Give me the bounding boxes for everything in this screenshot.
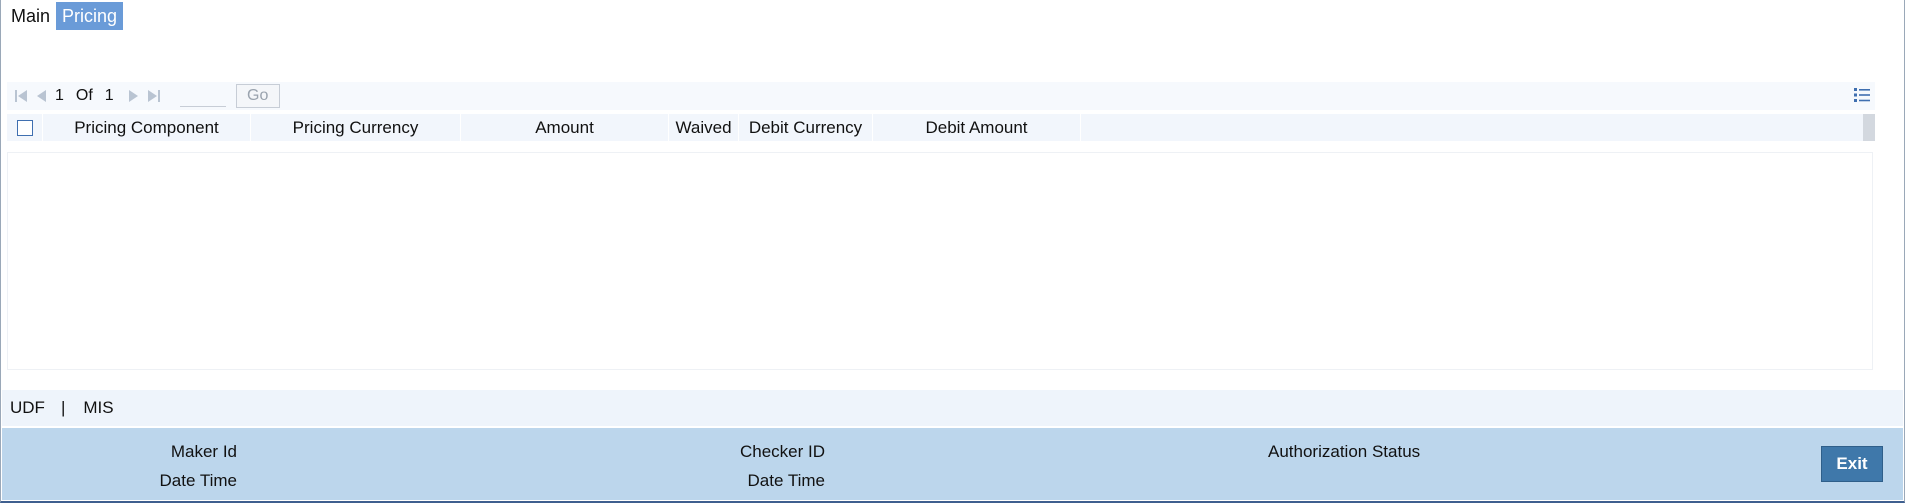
pricing-grid-panel: 1 Of 1 Go Pricing Component Pricing Curr…	[7, 82, 1875, 372]
tab-pricing[interactable]: Pricing	[56, 2, 124, 30]
go-button[interactable]: Go	[235, 84, 280, 108]
grid-header-row: Pricing Component Pricing Currency Amoun…	[7, 114, 1867, 141]
page-number-input[interactable]	[179, 85, 226, 107]
tab-main[interactable]: Main	[5, 2, 56, 30]
next-page-icon[interactable]	[124, 86, 144, 106]
column-header-pricing-currency[interactable]: Pricing Currency	[251, 114, 461, 141]
tab-bar: Main Pricing	[5, 2, 124, 30]
select-all-cell	[7, 114, 43, 141]
maker-id-label: Maker Id	[170, 442, 237, 461]
maker-datetime-label: Date Time	[159, 471, 237, 490]
list-view-icon[interactable]	[1853, 86, 1871, 104]
column-header-debit-amount[interactable]: Debit Amount	[873, 114, 1081, 141]
column-header-waived[interactable]: Waived	[669, 114, 739, 141]
previous-page-icon[interactable]	[31, 86, 51, 106]
checker-id-label: Checker ID	[739, 442, 825, 461]
pagination-bar: 1 Of 1 Go	[7, 82, 1875, 110]
exit-button[interactable]: Exit	[1821, 446, 1883, 482]
current-page-number: 1	[55, 87, 64, 104]
checker-datetime-label: Date Time	[747, 471, 825, 490]
audit-footer: Maker Id Date Time Checker ID Date Time …	[2, 428, 1903, 500]
total-pages: 1	[104, 87, 114, 104]
mis-link[interactable]: MIS	[83, 398, 113, 418]
udf-link[interactable]: UDF	[10, 398, 45, 418]
page-of-label: Of	[75, 87, 93, 104]
column-header-pricing-component[interactable]: Pricing Component	[43, 114, 251, 141]
authorization-status-label: Authorization Status	[1268, 442, 1421, 461]
first-page-icon[interactable]	[11, 86, 31, 106]
subscreen-link-bar: UDF | MIS	[2, 390, 1903, 426]
pricing-screen: Main Pricing 1 Of 1 Go Pricing Component…	[0, 0, 1905, 503]
column-header-amount[interactable]: Amount	[461, 114, 669, 141]
last-page-icon[interactable]	[144, 86, 164, 106]
grid-body	[7, 152, 1873, 370]
column-header-debit-currency[interactable]: Debit Currency	[739, 114, 873, 141]
link-separator: |	[60, 398, 66, 417]
grid-vertical-scrollbar[interactable]	[1863, 114, 1875, 141]
select-all-checkbox[interactable]	[16, 119, 33, 136]
